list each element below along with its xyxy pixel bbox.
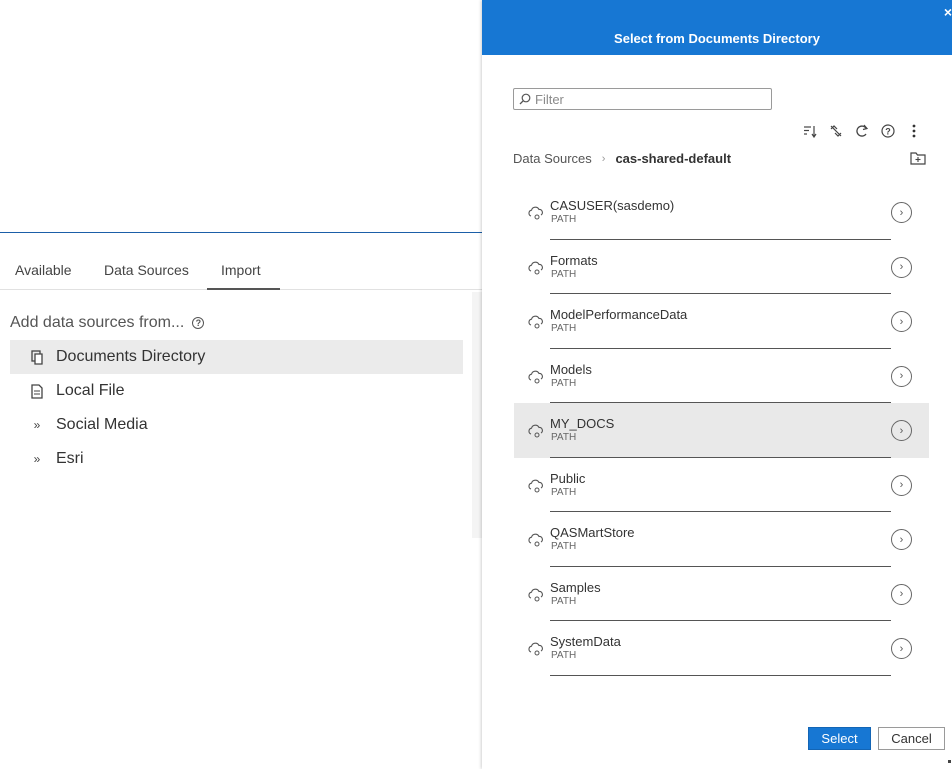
tab-available[interactable]: Available (15, 262, 72, 278)
source-item-label: Esri (56, 450, 84, 467)
library-type: PATH (551, 486, 577, 498)
chevron-right-icon[interactable]: › (891, 529, 912, 550)
filter-box (513, 88, 772, 110)
cloud-library-icon (528, 424, 543, 438)
source-item-local-file[interactable]: Local File (10, 374, 463, 408)
dialog-title: Select from Documents Directory (614, 31, 820, 46)
chevron-right-icon[interactable]: › (891, 583, 912, 605)
chevron-right-icon[interactable]: › (891, 202, 912, 223)
source-item-label: Social Media (56, 416, 148, 433)
library-name: CASUSER(sasdemo) (550, 198, 675, 213)
add-sources-heading: Add data sources from... ? (10, 314, 205, 332)
source-item-label: Local File (56, 382, 125, 399)
chevron-right-icon[interactable]: › (891, 256, 912, 278)
help-icon[interactable]: ? (192, 317, 205, 329)
library-type: PATH (551, 268, 577, 280)
help-icon[interactable]: ? (880, 123, 896, 139)
cloud-library-icon (528, 315, 543, 329)
add-sources-label: Add data sources from... (10, 314, 185, 331)
select-dialog: Select from Documents Directory × ? Data… (482, 0, 952, 769)
source-list: Documents Directory Local File » Social … (10, 340, 463, 476)
chevron-right-icon[interactable]: › (891, 638, 912, 659)
double-chevron-icon: » (33, 418, 41, 432)
chevron-right-icon[interactable]: › (891, 311, 912, 332)
library-row-qasmartstore[interactable]: QASMartStore PATH › (514, 512, 929, 567)
search-icon (519, 93, 531, 105)
refresh-icon[interactable] (854, 123, 870, 139)
chevron-right-icon[interactable]: › (891, 365, 912, 387)
breadcrumb-separator: › (601, 152, 606, 165)
file-icon (30, 383, 44, 399)
library-row-public[interactable]: Public PATH › (514, 458, 929, 512)
cloud-library-icon (528, 588, 543, 601)
chevron-right-icon[interactable]: › (891, 474, 912, 496)
library-row-systemdata[interactable]: SystemData PATH › (514, 621, 929, 676)
library-type: PATH (551, 323, 577, 334)
source-item-label: Documents Directory (56, 348, 206, 365)
source-item-social-media[interactable]: » Social Media (10, 408, 463, 442)
panel-scroll-edge (472, 292, 482, 538)
tab-data-sources[interactable]: Data Sources (104, 262, 189, 278)
tab-bar: Available Data Sources Import (0, 252, 482, 290)
library-name: QASMartStore (550, 525, 635, 540)
more-icon[interactable] (906, 123, 922, 139)
select-button[interactable]: Select (808, 727, 871, 750)
library-name: Models (550, 361, 592, 377)
chevron-right-icon[interactable]: › (891, 420, 912, 441)
cloud-library-icon (528, 370, 543, 383)
breadcrumb: Data Sources › cas-shared-default (513, 151, 731, 166)
library-row-modelperformancedata[interactable]: ModelPerformanceData PATH › (514, 294, 929, 349)
tab-import[interactable]: Import (221, 262, 261, 278)
library-type: PATH (551, 432, 577, 443)
sort-icon[interactable] (802, 123, 818, 139)
library-name: MY_DOCS (550, 416, 615, 431)
library-list: CASUSER(sasdemo) PATH › Formats PATH › M… (514, 185, 929, 676)
double-chevron-icon: » (33, 452, 41, 466)
cancel-button[interactable]: Cancel (878, 727, 945, 750)
dialog-header: Select from Documents Directory × (482, 0, 952, 55)
source-item-esri[interactable]: » Esri (10, 442, 463, 476)
resize-handle[interactable] (948, 760, 951, 763)
source-item-documents-directory[interactable]: Documents Directory (10, 340, 463, 374)
library-type: PATH (551, 650, 577, 661)
cloud-library-icon (528, 479, 543, 492)
cloud-library-icon (528, 206, 543, 220)
library-row-casuser[interactable]: CASUSER(sasdemo) PATH › (514, 185, 929, 240)
dialog-toolbar: ? (802, 122, 922, 140)
library-row-formats[interactable]: Formats PATH › (514, 240, 929, 294)
breadcrumb-root[interactable]: Data Sources (513, 151, 592, 166)
library-name: Formats (550, 252, 598, 268)
library-row-my-docs[interactable]: MY_DOCS PATH › (514, 403, 929, 458)
filter-input[interactable] (535, 91, 755, 107)
breadcrumb-current: cas-shared-default (615, 151, 732, 166)
library-row-samples[interactable]: Samples PATH › (514, 567, 929, 621)
cloud-library-icon (528, 642, 543, 656)
new-folder-icon[interactable] (910, 151, 926, 165)
library-type: PATH (551, 541, 577, 552)
library-name: ModelPerformanceData (550, 307, 688, 322)
active-tab-indicator (207, 288, 280, 290)
library-name: Samples (550, 579, 601, 595)
library-type: PATH (551, 214, 577, 225)
close-icon[interactable]: × (944, 4, 952, 20)
library-name: SystemData (550, 634, 621, 649)
library-type: PATH (551, 377, 577, 389)
row-divider (550, 674, 891, 676)
svg-text:?: ? (885, 127, 891, 137)
panel-top-rule (0, 232, 482, 233)
documents-icon (30, 349, 44, 365)
library-type: PATH (551, 595, 577, 607)
unlink-icon[interactable] (828, 123, 844, 139)
cloud-library-icon (528, 261, 543, 274)
library-row-models[interactable]: Models PATH › (514, 349, 929, 403)
library-name: Public (550, 470, 586, 486)
cloud-library-icon (528, 533, 543, 547)
